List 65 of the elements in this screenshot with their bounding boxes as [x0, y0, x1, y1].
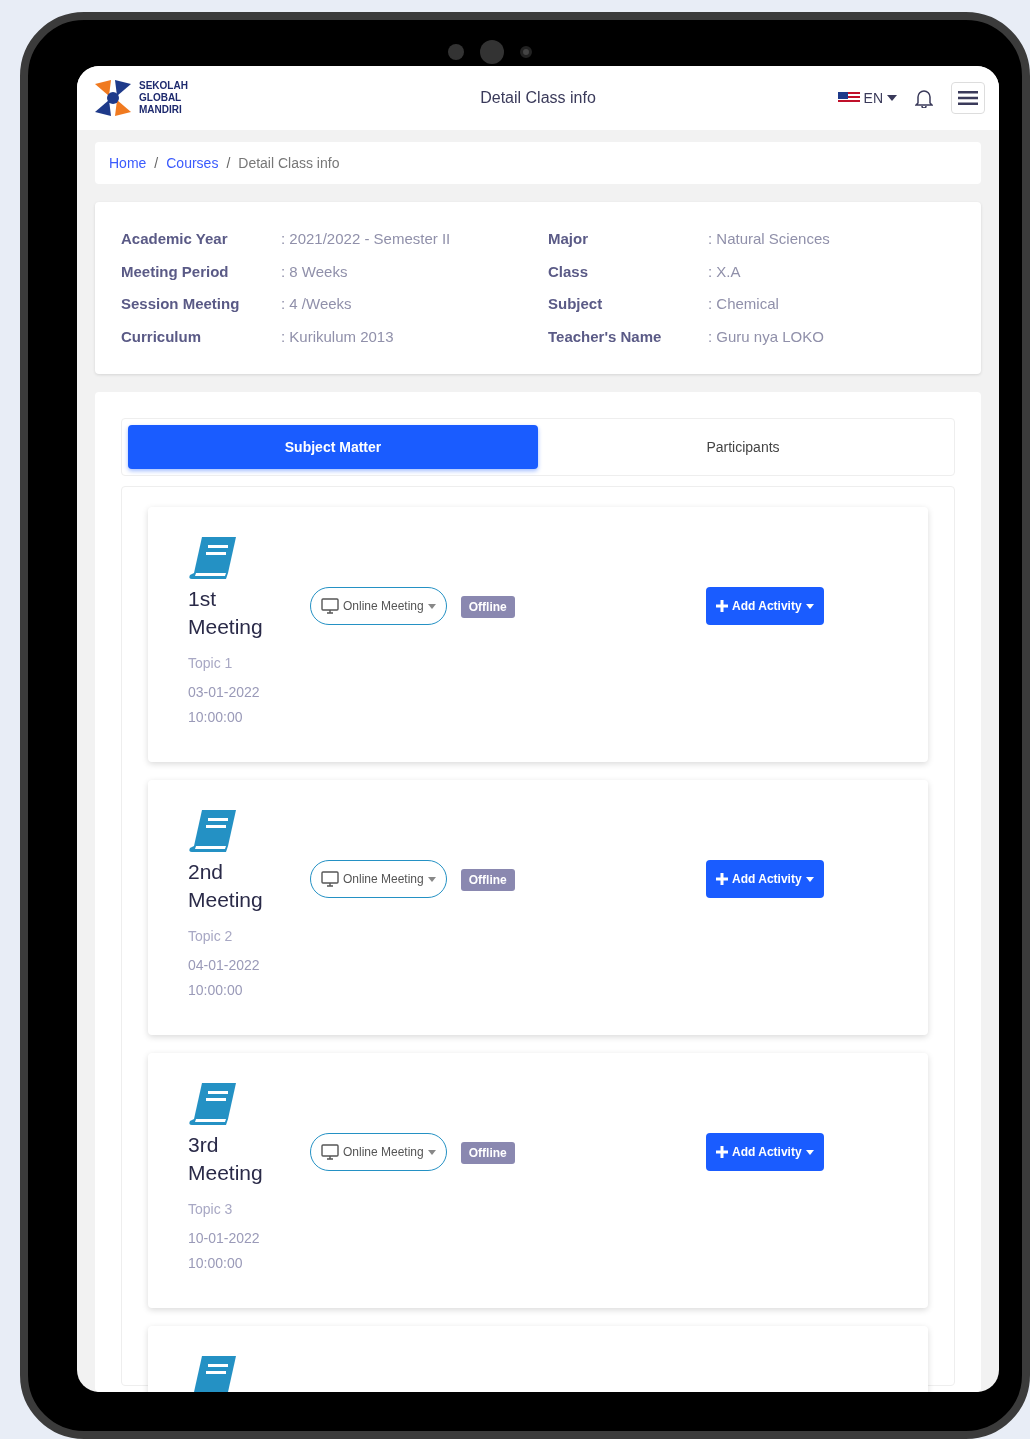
logo-text: SEKOLAH GLOBAL MANDIRI [139, 80, 189, 116]
breadcrumb-separator: / [154, 153, 159, 173]
page-title: Detail Class info [480, 88, 596, 108]
meeting-time: 10:00:00 [188, 1254, 244, 1273]
breadcrumb-link[interactable]: Home [109, 152, 147, 174]
info-label: Major [548, 229, 589, 249]
caret-icon [805, 1149, 814, 1155]
meeting-title: 3rd Meeting [188, 1132, 264, 1186]
info-value: : X.A [708, 261, 741, 282]
topic-text: Topic 3 [188, 1200, 234, 1219]
topic-text: Topic 2 [188, 927, 234, 946]
caret-icon [805, 603, 814, 609]
topic-text: Topic 1 [188, 654, 234, 673]
book-icon [188, 535, 238, 581]
tab[interactable]: Subject Matter [128, 425, 538, 469]
info-value: : Natural Sciences [708, 229, 830, 249]
meeting-date: 03-01-2022 [188, 683, 261, 702]
caret-icon [427, 603, 436, 609]
status-badge: Offline [460, 596, 515, 618]
menu-icon [958, 91, 978, 105]
tab[interactable]: Participants [538, 425, 948, 469]
info-label: Meeting Period [121, 261, 230, 282]
add-activity-button[interactable]: Add Activity [706, 860, 824, 898]
breadcrumb-separator: / [226, 153, 231, 173]
caret-icon [805, 876, 814, 882]
info-label: Session Meeting [121, 294, 241, 314]
plus-icon [716, 1146, 728, 1158]
caret-icon [427, 876, 436, 882]
meeting-title: 2nd Meeting [188, 859, 264, 913]
plus-icon [716, 873, 728, 885]
monitor-icon [321, 871, 339, 887]
breadcrumb-current: Detail Class info [238, 153, 340, 173]
monitor-icon [321, 598, 339, 614]
plus-icon [716, 600, 728, 612]
book-icon [188, 1081, 238, 1127]
monitor-icon [321, 1144, 339, 1160]
info-label: Curriculum [121, 326, 202, 347]
add-activity-button[interactable]: Add Activity [706, 1133, 824, 1171]
info-value: : 4 /Weeks [281, 294, 352, 314]
add-activity-button[interactable]: Add Activity [706, 587, 824, 625]
status-badge: Offline [460, 1142, 515, 1164]
caret-icon [427, 1149, 436, 1155]
info-label: Class [548, 261, 590, 282]
info-label: Subject [548, 294, 604, 314]
book-icon [188, 808, 238, 854]
info-label: Academic Year [121, 229, 229, 249]
meeting-title: 1st Meeting [188, 586, 264, 640]
status-badge: Offline [460, 869, 515, 891]
info-value: : 2021/2022 - Semester II [281, 229, 451, 249]
meeting-time: 10:00:00 [188, 981, 244, 1000]
meeting-date: 10-01-2022 [188, 1229, 261, 1248]
info-value: : Guru nya LOKO [708, 326, 824, 347]
info-value: : Kurikulum 2013 [281, 326, 394, 347]
caret-icon [887, 95, 897, 101]
bell-icon[interactable] [915, 88, 933, 108]
menu-button[interactable] [951, 82, 985, 114]
camera-lens [480, 40, 504, 64]
flag-icon [837, 92, 860, 104]
language-selector[interactable]: EN [837, 87, 897, 109]
meeting-date: 04-01-2022 [188, 956, 261, 975]
info-value: : Chemical [708, 294, 779, 314]
meeting-time: 10:00:00 [188, 708, 244, 727]
info-value: : 8 Weeks [281, 261, 348, 282]
info-label: Teacher's Name [548, 326, 663, 347]
breadcrumb-link[interactable]: Courses [166, 152, 219, 174]
